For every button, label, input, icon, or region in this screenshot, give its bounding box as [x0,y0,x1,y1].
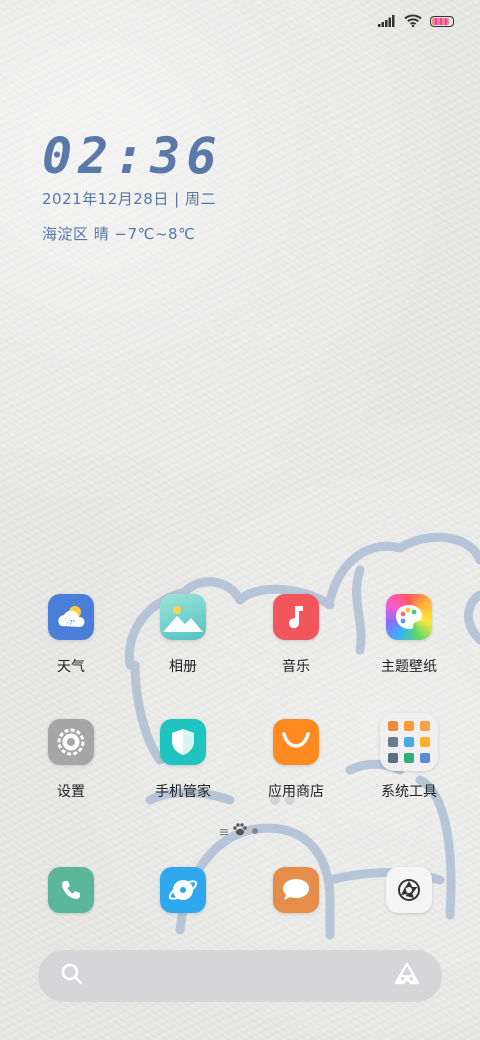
app-music[interactable]: 音乐 [241,594,351,676]
status-bar [378,12,454,31]
phone-icon [48,867,94,913]
app-label: 系统工具 [381,784,437,800]
app-settings[interactable]: 设置 [16,719,126,801]
dock-messages[interactable] [241,867,351,913]
page-indicator[interactable] [220,821,258,840]
svg-text:-7°: -7° [66,619,75,627]
search-bar[interactable] [38,950,442,1002]
app-label: 天气 [57,659,85,675]
dock-phone[interactable] [16,867,126,913]
wifi-icon [404,12,422,31]
clock-weather: 海淀区 晴 −7℃~8℃ [42,225,196,243]
clock-date: 2021年12月28日 | 周二 [42,190,216,208]
app-store[interactable]: 应用商店 [241,719,351,801]
camera-icon [386,867,432,913]
app-themes[interactable]: 主题壁纸 [354,594,464,676]
app-label: 设置 [57,784,85,800]
browser-icon [160,867,206,913]
app-label: 应用商店 [268,784,324,800]
battery-level [432,18,449,25]
app-store-icon [273,719,319,765]
app-label: 音乐 [282,659,310,675]
battery-icon [430,16,454,27]
settings-icon [48,719,94,765]
app-gallery[interactable]: 相册 [128,594,238,676]
security-icon [160,719,206,765]
messages-icon [273,867,319,913]
page-dot [252,827,258,834]
clock-time: 02:36 [42,127,223,185]
app-label: 主题壁纸 [381,659,437,675]
music-icon [273,594,319,640]
dock-browser[interactable] [128,867,238,913]
dock-camera[interactable] [354,867,464,913]
themes-icon [386,594,432,640]
cellular-signal-icon [378,12,396,31]
app-label: 手机管家 [155,784,211,800]
assistant-icon[interactable] [394,962,420,990]
app-weather[interactable]: -7° 天气 [16,594,126,676]
app-drawer-icon [220,821,228,840]
clock-widget[interactable]: 02:36 2021年12月28日 | 周二 海淀区 晴 −7℃~8℃ [42,128,223,244]
app-system-tools-folder[interactable]: 系统工具 [354,713,464,801]
app-label: 相册 [169,659,197,675]
weather-icon: -7° [48,594,94,640]
app-security[interactable]: 手机管家 [128,719,238,801]
search-icon[interactable] [60,962,84,990]
folder-icon [380,713,438,771]
gallery-icon [160,594,206,640]
paw-icon [232,821,248,840]
